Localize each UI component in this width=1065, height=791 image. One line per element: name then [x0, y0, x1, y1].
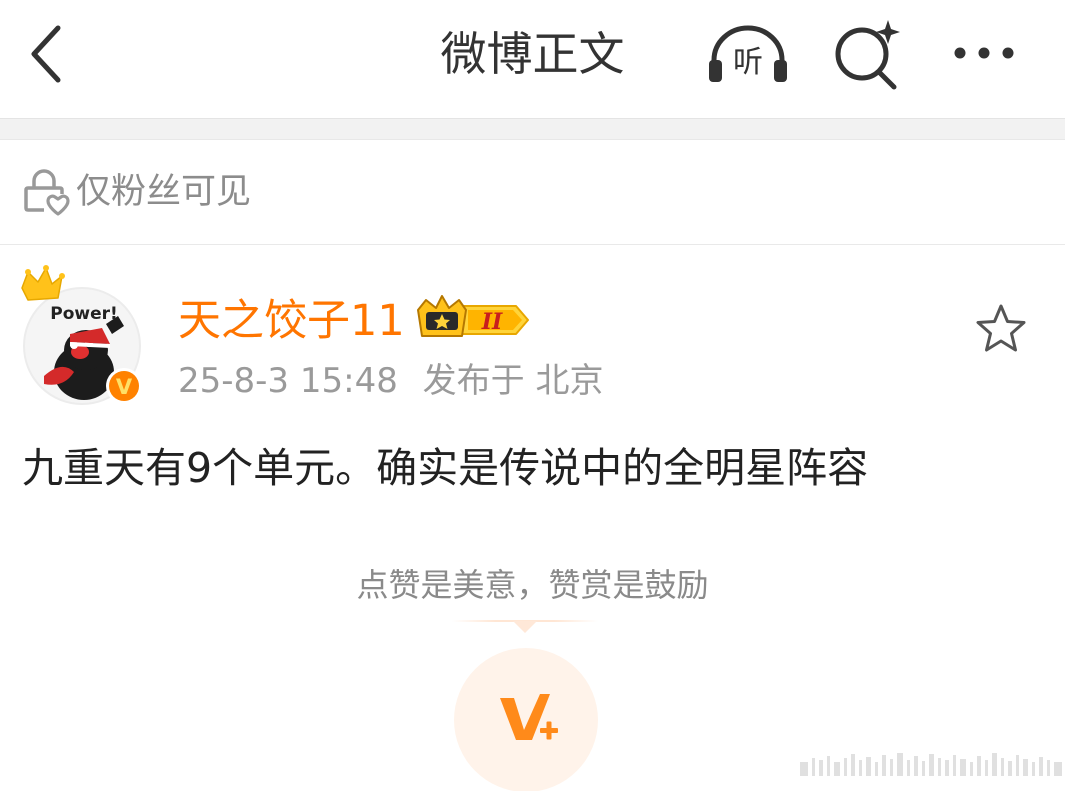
svg-text:V: V	[116, 375, 133, 399]
chevron-left-icon	[31, 25, 61, 83]
verified-badge: V	[106, 368, 142, 404]
post-source: 发布于 北京	[422, 361, 604, 401]
ai-search-icon	[835, 20, 900, 90]
headphones-icon: 听	[709, 25, 787, 82]
more-dots-icon	[954, 47, 1014, 59]
watermark-barcode	[800, 748, 1062, 778]
weibo-post-page: 微博正文 听 仅粉丝可见 Power! V 天之饺子11 II 25-8-3 1…	[0, 0, 1065, 791]
top-navbar: 微博正文 听	[0, 0, 1065, 118]
lock-heart-icon	[22, 168, 70, 216]
avatar[interactable]: Power! V	[14, 264, 154, 414]
author-name[interactable]: 天之饺子11	[178, 294, 405, 348]
crown-badge-icon	[417, 295, 467, 337]
listen-glyph: 听	[733, 45, 763, 80]
post-content: 九重天有9个单元。确实是传说中的全明星阵容	[22, 444, 869, 492]
star-icon	[976, 304, 1026, 352]
page-title: 微博正文	[440, 27, 625, 81]
search-button[interactable]	[830, 16, 902, 92]
avatar-caption: Power!	[50, 304, 118, 324]
reward-pointer	[513, 621, 537, 633]
more-button[interactable]	[948, 30, 1020, 76]
post-timestamp: 25-8-3 15:48	[178, 361, 398, 401]
section-divider	[0, 118, 1065, 140]
visibility-label: 仅粉丝可见	[76, 172, 252, 212]
crown-icon	[21, 265, 65, 301]
post-meta: 25-8-3 15:48 发布于 北京	[178, 358, 617, 404]
listen-button[interactable]: 听	[706, 20, 790, 90]
reward-caption: 点赞是美意，赞赏是鼓励	[356, 566, 709, 604]
favorite-button[interactable]	[974, 302, 1028, 356]
member-badge[interactable]: II	[416, 294, 532, 344]
v-plus-icon	[496, 690, 562, 752]
member-level: II	[481, 309, 503, 335]
back-button[interactable]	[22, 20, 72, 90]
